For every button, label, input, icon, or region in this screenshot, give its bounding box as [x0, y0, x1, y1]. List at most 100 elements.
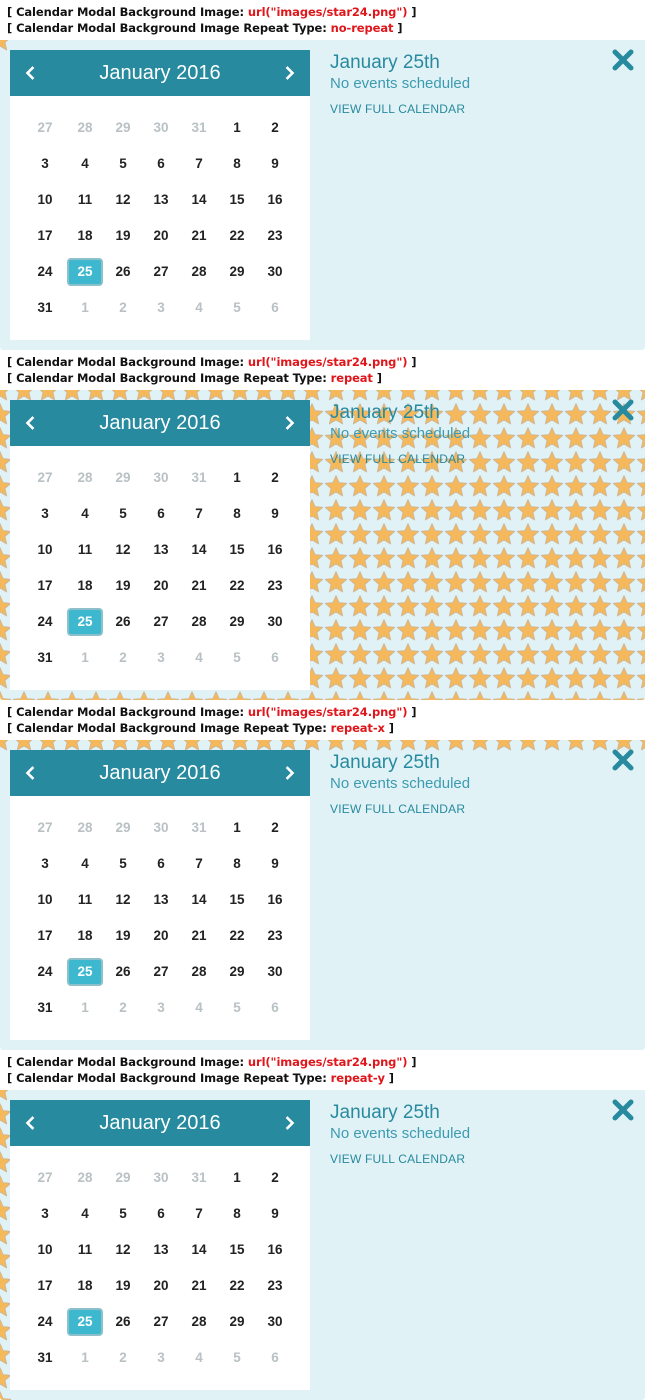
adjacent-month-day[interactable]: 30	[143, 1164, 179, 1192]
next-month-button[interactable]	[280, 413, 300, 433]
calendar-day[interactable]: 7	[181, 500, 217, 528]
calendar-day[interactable]: 24	[27, 1308, 63, 1336]
calendar-day[interactable]: 2	[257, 814, 293, 842]
calendar-day[interactable]: 9	[257, 150, 293, 178]
calendar-day[interactable]: 7	[181, 150, 217, 178]
calendar-day[interactable]: 19	[105, 222, 141, 250]
adjacent-month-day[interactable]: 6	[257, 1344, 293, 1372]
calendar-day[interactable]: 21	[181, 922, 217, 950]
calendar-day[interactable]: 17	[27, 922, 63, 950]
close-button[interactable]	[611, 1098, 635, 1122]
adjacent-month-day[interactable]: 31	[181, 1164, 217, 1192]
adjacent-month-day[interactable]: 27	[27, 1164, 63, 1192]
calendar-day[interactable]: 29	[219, 958, 255, 986]
adjacent-month-day[interactable]: 3	[143, 644, 179, 672]
calendar-day[interactable]: 30	[257, 258, 293, 286]
next-month-button[interactable]	[280, 1113, 300, 1133]
view-full-calendar-link[interactable]: VIEW FULL CALENDAR	[330, 452, 465, 466]
calendar-day[interactable]: 12	[105, 886, 141, 914]
calendar-day[interactable]: 14	[181, 886, 217, 914]
calendar-day[interactable]: 13	[143, 886, 179, 914]
adjacent-month-day[interactable]: 1	[67, 1344, 103, 1372]
next-month-button[interactable]	[280, 763, 300, 783]
calendar-day[interactable]: 31	[27, 294, 63, 322]
calendar-day[interactable]: 3	[27, 850, 63, 878]
adjacent-month-day[interactable]: 31	[181, 464, 217, 492]
adjacent-month-day[interactable]: 5	[219, 644, 255, 672]
calendar-day[interactable]: 10	[27, 1236, 63, 1264]
calendar-day[interactable]: 23	[257, 222, 293, 250]
calendar-day[interactable]: 18	[67, 572, 103, 600]
adjacent-month-day[interactable]: 27	[27, 814, 63, 842]
calendar-day[interactable]: 4	[67, 1200, 103, 1228]
calendar-day[interactable]: 1	[219, 1164, 255, 1192]
adjacent-month-day[interactable]: 30	[143, 114, 179, 142]
calendar-day[interactable]: 10	[27, 886, 63, 914]
adjacent-month-day[interactable]: 6	[257, 994, 293, 1022]
adjacent-month-day[interactable]: 3	[143, 1344, 179, 1372]
calendar-day[interactable]: 26	[105, 258, 141, 286]
adjacent-month-day[interactable]: 6	[257, 644, 293, 672]
close-button[interactable]	[611, 398, 635, 422]
calendar-day[interactable]: 31	[27, 994, 63, 1022]
calendar-day[interactable]: 22	[219, 922, 255, 950]
adjacent-month-day[interactable]: 5	[219, 294, 255, 322]
adjacent-month-day[interactable]: 5	[219, 1344, 255, 1372]
adjacent-month-day[interactable]: 28	[67, 814, 103, 842]
adjacent-month-day[interactable]: 31	[181, 814, 217, 842]
calendar-day[interactable]: 11	[67, 186, 103, 214]
calendar-day[interactable]: 14	[181, 1236, 217, 1264]
adjacent-month-day[interactable]: 29	[105, 464, 141, 492]
calendar-day[interactable]: 26	[105, 608, 141, 636]
calendar-day[interactable]: 7	[181, 850, 217, 878]
calendar-day[interactable]: 27	[143, 258, 179, 286]
calendar-day[interactable]: 4	[67, 500, 103, 528]
adjacent-month-day[interactable]: 6	[257, 294, 293, 322]
adjacent-month-day[interactable]: 1	[67, 994, 103, 1022]
selected-day[interactable]: 25	[67, 1308, 103, 1336]
adjacent-month-day[interactable]: 3	[143, 994, 179, 1022]
adjacent-month-day[interactable]: 4	[181, 294, 217, 322]
close-button[interactable]	[611, 48, 635, 72]
calendar-day[interactable]: 1	[219, 464, 255, 492]
calendar-day[interactable]: 26	[105, 1308, 141, 1336]
calendar-day[interactable]: 6	[143, 1200, 179, 1228]
calendar-day[interactable]: 18	[67, 1272, 103, 1300]
calendar-day[interactable]: 17	[27, 222, 63, 250]
calendar-day[interactable]: 14	[181, 186, 217, 214]
prev-month-button[interactable]	[20, 1113, 40, 1133]
calendar-day[interactable]: 1	[219, 114, 255, 142]
calendar-day[interactable]: 15	[219, 536, 255, 564]
calendar-day[interactable]: 26	[105, 958, 141, 986]
next-month-button[interactable]	[280, 63, 300, 83]
calendar-day[interactable]: 23	[257, 1272, 293, 1300]
calendar-day[interactable]: 19	[105, 1272, 141, 1300]
calendar-day[interactable]: 6	[143, 850, 179, 878]
calendar-day[interactable]: 11	[67, 536, 103, 564]
adjacent-month-day[interactable]: 1	[67, 644, 103, 672]
calendar-day[interactable]: 2	[257, 1164, 293, 1192]
calendar-day[interactable]: 8	[219, 150, 255, 178]
prev-month-button[interactable]	[20, 413, 40, 433]
adjacent-month-day[interactable]: 30	[143, 814, 179, 842]
calendar-day[interactable]: 16	[257, 536, 293, 564]
calendar-day[interactable]: 21	[181, 1272, 217, 1300]
adjacent-month-day[interactable]: 4	[181, 994, 217, 1022]
calendar-day[interactable]: 5	[105, 500, 141, 528]
calendar-day[interactable]: 12	[105, 1236, 141, 1264]
calendar-day[interactable]: 24	[27, 958, 63, 986]
calendar-day[interactable]: 3	[27, 1200, 63, 1228]
adjacent-month-day[interactable]: 31	[181, 114, 217, 142]
calendar-day[interactable]: 29	[219, 608, 255, 636]
adjacent-month-day[interactable]: 2	[105, 994, 141, 1022]
calendar-day[interactable]: 24	[27, 608, 63, 636]
calendar-day[interactable]: 15	[219, 186, 255, 214]
calendar-day[interactable]: 11	[67, 1236, 103, 1264]
adjacent-month-day[interactable]: 4	[181, 1344, 217, 1372]
calendar-day[interactable]: 8	[219, 850, 255, 878]
calendar-day[interactable]: 13	[143, 1236, 179, 1264]
calendar-day[interactable]: 1	[219, 814, 255, 842]
adjacent-month-day[interactable]: 2	[105, 644, 141, 672]
view-full-calendar-link[interactable]: VIEW FULL CALENDAR	[330, 802, 465, 816]
calendar-day[interactable]: 9	[257, 850, 293, 878]
